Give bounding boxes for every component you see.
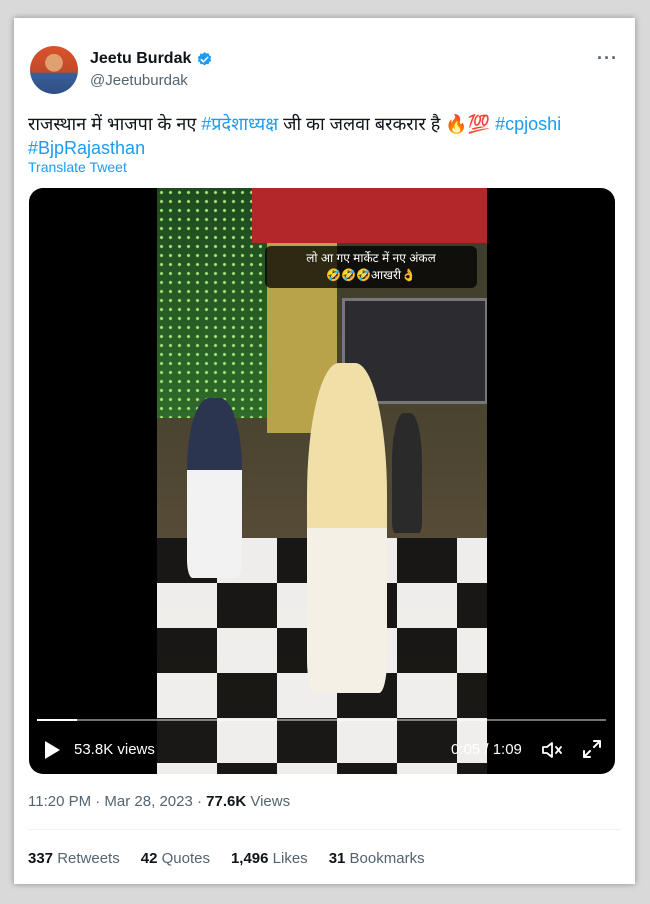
quotes-stat[interactable]: 42 Quotes (141, 850, 210, 867)
divider (28, 829, 621, 830)
video-controls: 53.8K views 0:05 / 1:09 (29, 733, 615, 767)
author-row: Jeetu Burdak (90, 50, 213, 68)
tweet-timestamp[interactable]: 11:20 PM · Mar 28, 2023 · (28, 793, 206, 810)
likes-count: 1,496 (230, 850, 269, 867)
video-player[interactable]: लो आ गए मार्केट में नए अंकल 🤣🤣🤣आखरी👌 53.… (29, 188, 615, 774)
video-scene (187, 398, 242, 578)
hashtag-link[interactable]: #प्रदेशाध्यक्ष (201, 114, 278, 134)
video-progress-bar[interactable] (37, 719, 606, 721)
author-handle[interactable]: @Jeetuburdak (90, 72, 188, 89)
retweets-label: Retweets (53, 850, 120, 867)
video-time: 0:05 / 1:09 (451, 741, 522, 758)
tweet-text: राजस्थान में भाजपा के नए #प्रदेशाध्यक्ष … (28, 112, 618, 160)
likes-label: Likes (268, 850, 308, 867)
video-scene (252, 188, 487, 243)
bookmarks-label: Bookmarks (345, 850, 425, 867)
tweet-text-part: जी का जलवा बरकरार है 🔥💯 (278, 114, 496, 134)
video-caption-line: 🤣🤣🤣आखरी👌 (326, 268, 416, 282)
tweet-text-part: राजस्थान में भाजपा के नए (28, 114, 202, 134)
quotes-count: 42 (140, 850, 158, 867)
tweet-meta: 11:20 PM · Mar 28, 2023 · 77.6K Views (28, 793, 290, 810)
play-icon[interactable] (45, 741, 60, 759)
views-label: Views (246, 793, 291, 810)
video-caption-line: लो आ गए मार्केट में नए अंकल (306, 251, 436, 265)
quotes-label: Quotes (157, 850, 210, 867)
more-icon[interactable]: ··· (597, 48, 618, 69)
video-scene (307, 363, 387, 693)
video-frame: लो आ गए मार्केट में नए अंकल 🤣🤣🤣आखरी👌 (157, 188, 487, 774)
mute-icon[interactable] (541, 739, 565, 761)
video-views: 53.8K views (74, 741, 155, 758)
likes-stat[interactable]: 1,496 Likes (231, 850, 308, 867)
video-scene (157, 188, 267, 418)
video-progress-fill (37, 719, 77, 721)
avatar[interactable] (30, 46, 78, 94)
video-caption: लो आ गए मार्केट में नए अंकल 🤣🤣🤣आखरी👌 (265, 246, 477, 288)
verified-badge-icon (198, 51, 212, 65)
tweet-card: Jeetu Burdak @Jeetuburdak ··· राजस्थान म… (14, 18, 635, 884)
bookmarks-count: 31 (328, 850, 346, 867)
hashtag-link[interactable]: #cpjoshi (495, 114, 561, 134)
author-name[interactable]: Jeetu Burdak (90, 50, 191, 68)
retweets-stat[interactable]: 337 Retweets (28, 850, 120, 867)
fullscreen-icon[interactable] (581, 738, 603, 760)
views-count: 77.6K (206, 793, 247, 810)
hashtag-link[interactable]: #BjpRajasthan (28, 138, 145, 158)
tweet-stats: 337 Retweets 42 Quotes 1,496 Likes 31 Bo… (28, 850, 425, 867)
video-scene (392, 413, 422, 533)
translate-tweet-link[interactable]: Translate Tweet (28, 159, 127, 175)
bookmarks-stat[interactable]: 31 Bookmarks (329, 850, 425, 867)
retweets-count: 337 (28, 850, 54, 867)
